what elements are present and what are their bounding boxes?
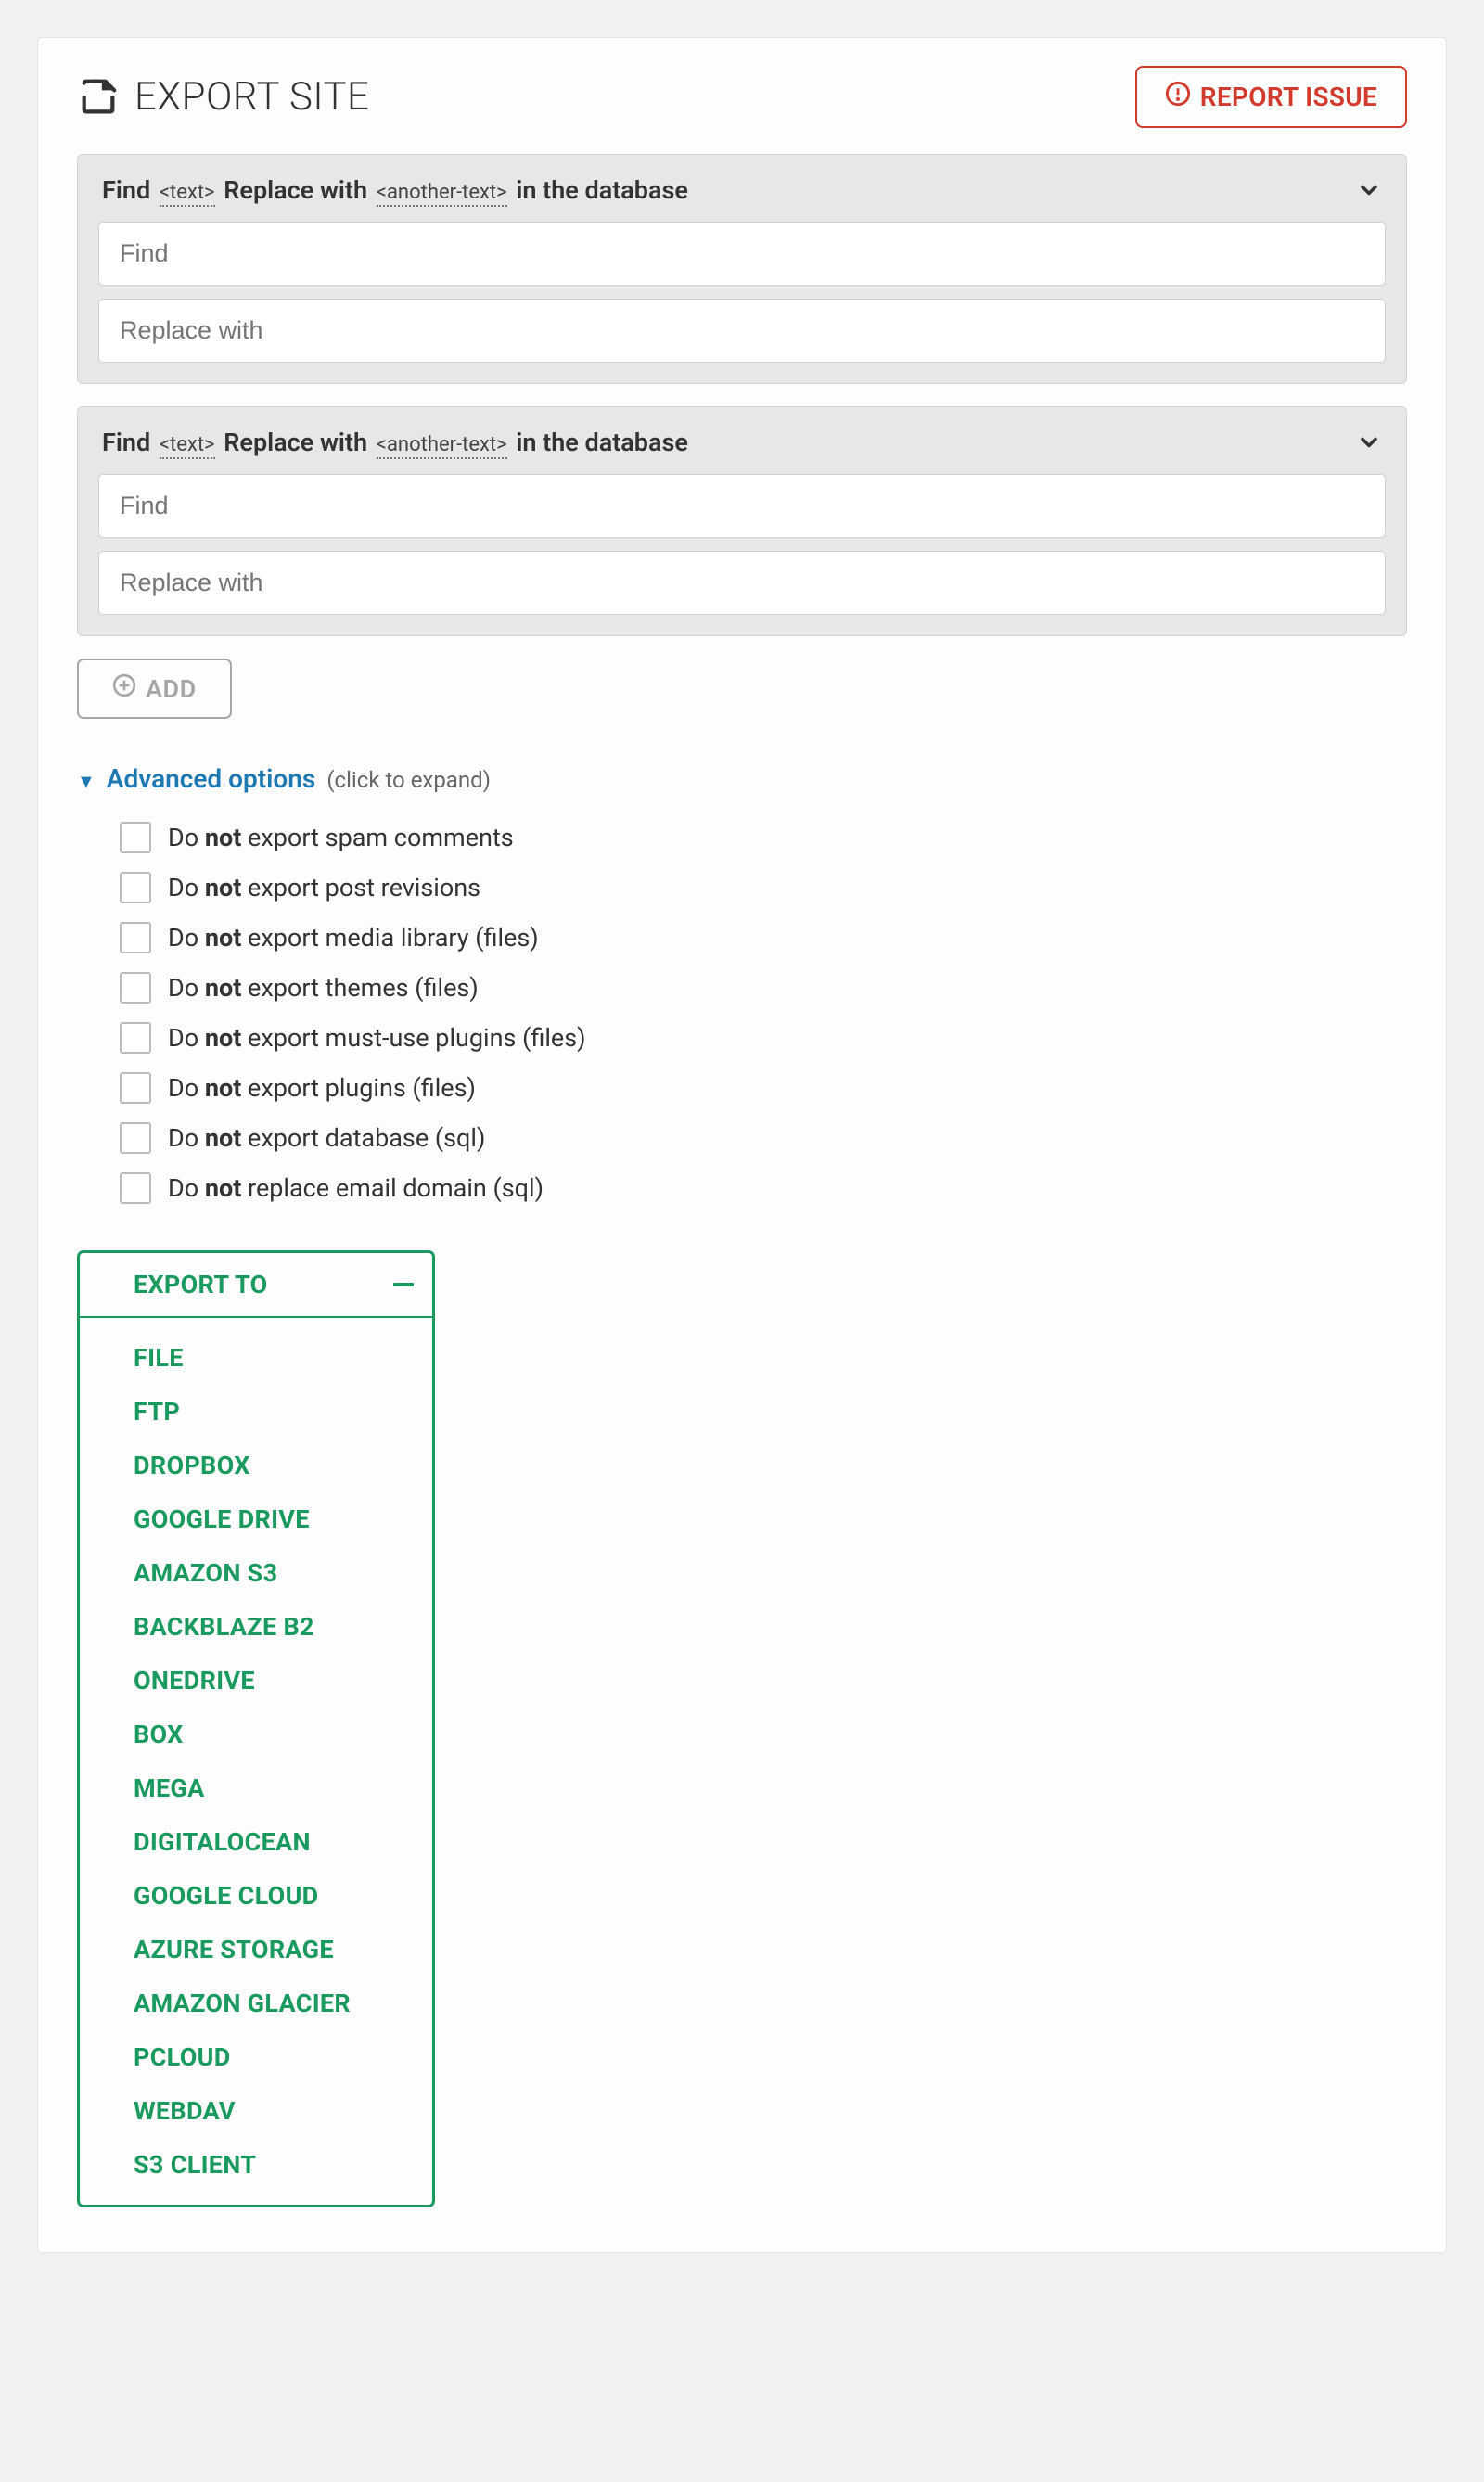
export-option[interactable]: ONEDRIVE (80, 1654, 432, 1708)
find-input-1[interactable] (98, 222, 1386, 286)
export-option[interactable]: FTP (80, 1385, 432, 1439)
export-site-panel: EXPORT SITE REPORT ISSUE Find <text> Rep… (37, 37, 1447, 2253)
find-replace-title: Find <text> Replace with <another-text> … (102, 428, 688, 457)
checkbox[interactable] (120, 972, 151, 1004)
panel-header: EXPORT SITE REPORT ISSUE (77, 66, 1407, 128)
find-replace-title: Find <text> Replace with <another-text> … (102, 175, 688, 205)
checkbox[interactable] (120, 872, 151, 903)
advanced-option[interactable]: Do not export database (sql) (120, 1113, 1407, 1163)
find-input-2[interactable] (98, 474, 1386, 538)
export-to-list: FILEFTPDROPBOXGOOGLE DRIVEAMAZON S3BACKB… (80, 1318, 432, 2205)
checkbox[interactable] (120, 922, 151, 953)
find-replace-box-1: Find <text> Replace with <another-text> … (77, 154, 1407, 384)
advanced-option[interactable]: Do not export must-use plugins (files) (120, 1013, 1407, 1063)
alert-icon (1165, 81, 1191, 113)
replace-input-1[interactable] (98, 299, 1386, 363)
export-option[interactable]: DIGITALOCEAN (80, 1815, 432, 1869)
export-option[interactable]: GOOGLE CLOUD (80, 1869, 432, 1923)
export-option[interactable]: S3 CLIENT (80, 2138, 432, 2192)
advanced-options-list: Do not export spam comments Do not export… (77, 812, 1407, 1213)
export-to-header[interactable]: EXPORT TO (80, 1253, 432, 1318)
option-label: Do not replace email domain (sql) (168, 1173, 544, 1203)
checkbox[interactable] (120, 1022, 151, 1054)
option-label: Do not export media library (files) (168, 923, 539, 953)
report-issue-label: REPORT ISSUE (1200, 82, 1377, 112)
export-option[interactable]: FILE (80, 1331, 432, 1385)
export-option[interactable]: BACKBLAZE B2 (80, 1600, 432, 1654)
add-label: ADD (146, 674, 197, 704)
advanced-option[interactable]: Do not export post revisions (120, 863, 1407, 913)
checkbox[interactable] (120, 1122, 151, 1154)
find-replace-header-1[interactable]: Find <text> Replace with <another-text> … (98, 155, 1386, 222)
export-option[interactable]: WEBDAV (80, 2084, 432, 2138)
add-button[interactable]: ADD (77, 659, 232, 719)
export-option[interactable]: PCLOUD (80, 2030, 432, 2084)
option-label: Do not export themes (files) (168, 973, 479, 1003)
checkbox[interactable] (120, 822, 151, 853)
export-option[interactable]: BOX (80, 1708, 432, 1761)
checkbox[interactable] (120, 1172, 151, 1204)
export-to-dropdown: EXPORT TO FILEFTPDROPBOXGOOGLE DRIVEAMAZ… (77, 1250, 435, 2207)
checkbox[interactable] (120, 1072, 151, 1104)
advanced-option[interactable]: Do not export plugins (files) (120, 1063, 1407, 1113)
caret-down-icon: ▼ (77, 770, 96, 793)
title-wrap: EXPORT SITE (77, 74, 369, 120)
advanced-option[interactable]: Do not export media library (files) (120, 913, 1407, 963)
export-icon (77, 76, 120, 119)
option-label: Do not export must-use plugins (files) (168, 1023, 586, 1053)
chevron-down-icon (1356, 177, 1382, 203)
chevron-down-icon (1356, 429, 1382, 455)
advanced-hint: (click to expand) (326, 767, 491, 793)
find-replace-header-2[interactable]: Find <text> Replace with <another-text> … (98, 407, 1386, 474)
export-option[interactable]: MEGA (80, 1761, 432, 1815)
export-to-label: EXPORT TO (134, 1270, 268, 1299)
minus-icon (393, 1283, 414, 1286)
advanced-options-toggle[interactable]: ▼ Advanced options (click to expand) (77, 763, 1407, 794)
report-issue-button[interactable]: REPORT ISSUE (1135, 66, 1407, 128)
advanced-option[interactable]: Do not export themes (files) (120, 963, 1407, 1013)
export-option[interactable]: AMAZON S3 (80, 1546, 432, 1600)
export-option[interactable]: AMAZON GLACIER (80, 1977, 432, 2030)
option-label: Do not export database (sql) (168, 1123, 485, 1153)
option-label: Do not export post revisions (168, 873, 480, 902)
replace-input-2[interactable] (98, 551, 1386, 615)
option-label: Do not export plugins (files) (168, 1073, 476, 1103)
option-label: Do not export spam comments (168, 823, 514, 852)
export-option[interactable]: GOOGLE DRIVE (80, 1492, 432, 1546)
advanced-option[interactable]: Do not export spam comments (120, 812, 1407, 863)
advanced-option[interactable]: Do not replace email domain (sql) (120, 1163, 1407, 1213)
export-option[interactable]: AZURE STORAGE (80, 1923, 432, 1977)
advanced-label: Advanced options (107, 763, 316, 794)
page-title: EXPORT SITE (134, 74, 369, 120)
export-option[interactable]: DROPBOX (80, 1439, 432, 1492)
find-replace-box-2: Find <text> Replace with <another-text> … (77, 406, 1407, 636)
plus-circle-icon (112, 673, 136, 704)
